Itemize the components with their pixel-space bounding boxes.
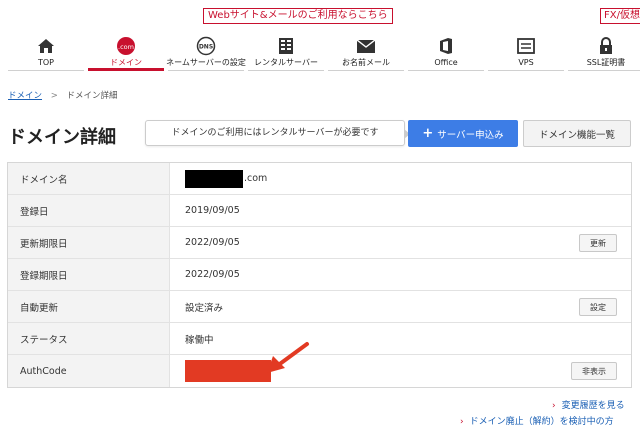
svg-text:.com: .com (118, 43, 134, 51)
dns-icon: DNS (195, 36, 217, 56)
status-value: 稼働中 (185, 334, 214, 346)
domain-suffix: .com (244, 173, 268, 184)
domain-detail-table: ドメイン名 .com 登録日 2019/09/05 更新期限日 2022/09/… (7, 162, 632, 388)
row-label: ステータス (8, 323, 170, 354)
breadcrumb-domain-link[interactable]: ドメイン (8, 91, 42, 101)
page-title: ドメイン詳細 (8, 127, 116, 148)
lock-icon (595, 36, 617, 56)
mail-icon (355, 36, 377, 56)
fx-banner-link[interactable]: FX/仮想 (600, 8, 640, 24)
table-row: ステータス 稼働中 (8, 323, 631, 355)
registered-date-value: 2019/09/05 (185, 205, 240, 216)
table-row: 登録日 2019/09/05 (8, 195, 631, 227)
nav-item-label: レンタルサーバー (254, 58, 318, 67)
table-row: AuthCode 非表示 (8, 355, 631, 387)
chevron-right-icon: › (460, 417, 464, 427)
table-row: 更新期限日 2022/09/05 更新 (8, 227, 631, 259)
table-row: 自動更新 設定済み 設定 (8, 291, 631, 323)
nav-item-nameserver[interactable]: DNS ネームサーバーの設定 (166, 30, 246, 71)
server-apply-label: サーバー申込み (437, 129, 504, 141)
home-icon (35, 36, 57, 56)
authcode-hide-button[interactable]: 非表示 (571, 362, 617, 380)
nav-item-ssl[interactable]: SSL証明書 (566, 30, 640, 71)
server-icon (275, 36, 297, 56)
authcode-cell: 非表示 (170, 355, 631, 387)
web-mail-banner-link[interactable]: Webサイト&メールのご利用ならこちら (203, 8, 393, 24)
server-apply-button[interactable]: + サーバー申込み (408, 120, 518, 147)
domain-name-value: .com (170, 163, 631, 194)
main-nav: TOP .com ドメイン DNS ネームサーバーの設定 レンタルサーバー お名… (6, 30, 640, 71)
renewal-deadline-cell: 2022/09/05 更新 (170, 227, 631, 258)
server-notice-tooltip: ドメインのご利用にはレンタルサーバーが必要です (145, 120, 410, 146)
office-icon (435, 36, 457, 56)
vps-icon (515, 36, 537, 56)
domain-cancel-link[interactable]: › ドメイン廃止（解約）を検討中の方 (460, 414, 614, 427)
breadcrumb: ドメイン > ドメイン詳細 (8, 89, 118, 101)
row-label: 更新期限日 (8, 227, 170, 258)
nav-item-top[interactable]: TOP (6, 30, 86, 71)
svg-text:DNS: DNS (199, 44, 213, 51)
nav-item-label: SSL証明書 (586, 58, 626, 67)
renewal-deadline-value: 2022/09/05 (185, 237, 240, 248)
nav-item-label: お名前メール (342, 58, 390, 67)
row-label: AuthCode (8, 355, 170, 387)
nav-item-label: ネームサーバーの設定 (166, 58, 246, 67)
nav-item-label: Office (434, 58, 458, 67)
plus-icon: + (422, 125, 434, 141)
nav-item-office[interactable]: Office (406, 30, 486, 71)
com-icon: .com (115, 36, 137, 56)
redaction-box (185, 169, 243, 188)
nav-item-mail[interactable]: お名前メール (326, 30, 406, 71)
row-label: 登録期限日 (8, 259, 170, 290)
nav-item-rental-server[interactable]: レンタルサーバー (246, 30, 326, 71)
auto-renew-cell: 設定済み 設定 (170, 291, 631, 322)
nav-item-label: ドメイン (110, 58, 142, 67)
auto-renew-value: 設定済み (185, 302, 224, 314)
row-label: ドメイン名 (8, 163, 170, 194)
breadcrumb-current: ドメイン詳細 (66, 91, 118, 101)
nav-item-domain[interactable]: .com ドメイン (86, 30, 166, 71)
row-label: 自動更新 (8, 291, 170, 322)
change-history-link[interactable]: › 変更履歴を見る (552, 398, 625, 411)
annotation-arrow-icon (267, 342, 309, 373)
auto-renew-setting-button[interactable]: 設定 (579, 298, 617, 316)
table-row: 登録期限日 2022/09/05 (8, 259, 631, 291)
row-label: 登録日 (8, 195, 170, 226)
table-row: ドメイン名 .com (8, 163, 631, 195)
breadcrumb-separator: > (50, 91, 58, 101)
domain-features-button[interactable]: ドメイン機能一覧 (523, 120, 631, 147)
domain-cancel-label: ドメイン廃止（解約）を検討中の方 (469, 417, 614, 427)
nav-item-label: TOP (37, 58, 54, 67)
registration-deadline-value: 2022/09/05 (185, 269, 240, 280)
change-history-label: 変更履歴を見る (561, 401, 625, 411)
authcode-redaction (185, 360, 271, 382)
nav-item-vps[interactable]: VPS (486, 30, 566, 71)
nav-item-label: VPS (518, 58, 534, 67)
chevron-right-icon: › (552, 401, 556, 411)
renew-button[interactable]: 更新 (579, 234, 617, 252)
